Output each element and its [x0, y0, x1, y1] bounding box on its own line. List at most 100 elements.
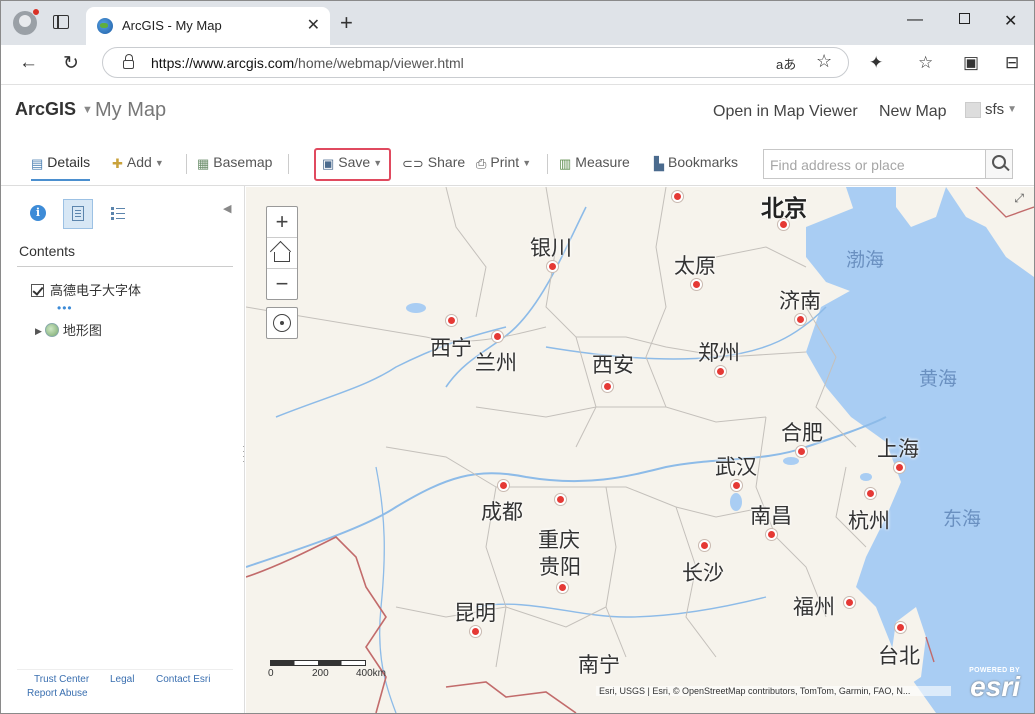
new-tab-button[interactable]: + [340, 10, 353, 36]
city-point[interactable] [671, 190, 684, 203]
city-point[interactable] [601, 380, 614, 393]
legal-link[interactable]: Legal [110, 674, 134, 685]
contact-esri-link[interactable]: Contact Esri [156, 674, 210, 685]
city-label: 重庆 [538, 528, 580, 552]
panel-title: Contents [19, 243, 76, 259]
city-label: 武汉 [715, 455, 757, 479]
city-point[interactable] [556, 581, 569, 594]
tab-arcgis[interactable]: ArcGIS - My Map ✕ [86, 7, 330, 45]
back-icon[interactable]: ← [19, 52, 38, 74]
sea-label: 渤海 [846, 249, 885, 271]
home-icon [274, 252, 290, 262]
terrain-layer-icon [44, 323, 59, 337]
city-label: 南宁 [578, 653, 620, 677]
about-info-icon[interactable]: i [26, 199, 56, 229]
share-button[interactable]: ⊂⊃ Share [402, 154, 465, 172]
map-attribution[interactable]: Esri, USGS | Esri, © OpenStreetMap contr… [596, 686, 951, 696]
chevron-down-icon: ▼ [1007, 104, 1018, 116]
sidebar-icon[interactable]: ⊟ [1005, 53, 1019, 73]
search-placeholder: Find address or place [770, 157, 905, 173]
locate-button[interactable] [266, 307, 298, 339]
search-input[interactable]: Find address or place [763, 149, 1013, 179]
expand-triangle-icon[interactable]: ▶ [35, 326, 42, 337]
city-point[interactable] [843, 596, 856, 609]
basemap-button[interactable]: ▦ Basemap [197, 154, 272, 172]
city-point[interactable] [491, 330, 504, 343]
close-window-button[interactable]: ✕ [1004, 11, 1017, 31]
city-label: 兰州 [475, 351, 517, 375]
link-icon: ⊂⊃ [402, 156, 424, 171]
print-button[interactable]: ⎙ Print ▼ [476, 154, 531, 172]
contents-icon[interactable] [63, 199, 93, 229]
trust-center-link[interactable]: Trust Center [34, 674, 89, 685]
city-label: 南昌 [750, 504, 792, 528]
city-label: 杭州 [848, 509, 890, 533]
layer-item[interactable]: ▶ 地形图 [35, 320, 102, 339]
locate-crosshair-icon [273, 314, 291, 332]
sea-label: 黄海 [919, 368, 958, 390]
basemap-icon: ▦ [197, 156, 210, 171]
user-menu[interactable]: sfs ▼ [965, 101, 1017, 119]
zoom-in-button[interactable]: + [267, 207, 297, 238]
city-point[interactable] [864, 487, 877, 500]
new-map-link[interactable]: New Map [879, 103, 947, 121]
esri-logo: POWERED BY esri [969, 667, 1020, 702]
map-view[interactable]: + − ⤢ 渤海 黄海 东海 北京 银川 太原 济南 西宁 兰州 西安 郑州 合… [246, 187, 1034, 713]
home-button[interactable] [267, 238, 297, 269]
city-point[interactable] [445, 314, 458, 327]
map-toolbar: ▤ Details ✚ Add ▼ ▦ Basemap ▣ Save ▼ ⊂⊃ Share ⎙… [1, 140, 1034, 186]
scale-bar [270, 660, 366, 666]
read-aloud-icon[interactable]: aあ [776, 54, 796, 73]
bookmarks-icon: ▙ [654, 156, 664, 171]
city-point[interactable] [554, 493, 567, 506]
city-label: 北京 [761, 196, 807, 222]
collections-icon[interactable]: ▣ [963, 53, 979, 73]
city-point[interactable] [698, 539, 711, 552]
refresh-icon[interactable]: ↻ [63, 52, 79, 75]
favorites-icon[interactable]: ☆ [918, 53, 933, 73]
expand-map-icon[interactable]: ⤢ [1014, 191, 1024, 206]
details-button[interactable]: ▤ Details [31, 154, 91, 181]
open-in-map-viewer-link[interactable]: Open in Map Viewer [713, 103, 858, 121]
avatar [965, 101, 981, 118]
minimize-button[interactable]: — [907, 11, 923, 29]
report-abuse-link[interactable]: Report Abuse [27, 688, 88, 699]
add-button[interactable]: ✚ Add ▼ [112, 154, 164, 172]
collapse-panel-icon[interactable]: ◀ [223, 202, 231, 215]
chevron-down-icon: ▼ [82, 104, 93, 117]
arcgis-header: ArcGIS ▼ My Map Open in Map Viewer New Ma… [1, 86, 1034, 140]
address-bar[interactable]: https://www.arcgis.com/home/webmap/viewe… [102, 47, 849, 78]
save-button[interactable]: ▣ Save ▼ [322, 154, 382, 172]
layer-visibility-checkbox[interactable] [31, 284, 44, 297]
maximize-button[interactable] [959, 13, 970, 24]
city-point[interactable] [894, 621, 907, 634]
measure-button[interactable]: ▥ Measure [559, 154, 630, 172]
url-text[interactable]: https://www.arcgis.com/home/webmap/viewe… [151, 55, 464, 71]
notification-dot [32, 8, 40, 16]
layer-item[interactable]: 高德电子大字体 [31, 280, 141, 299]
legend-icon[interactable] [105, 199, 135, 229]
search-icon[interactable] [985, 150, 1012, 178]
extensions-icon[interactable]: ✦ [869, 53, 883, 73]
close-tab-icon[interactable]: ✕ [307, 15, 320, 35]
city-label: 上海 [877, 437, 919, 461]
city-label: 西宁 [430, 336, 472, 360]
sea-label: 东海 [943, 508, 982, 530]
lock-icon[interactable] [123, 54, 134, 69]
panel-resize-handle[interactable]: · · · · [242, 442, 245, 466]
layer-options-icon[interactable]: ••• [57, 301, 73, 315]
city-point[interactable] [497, 479, 510, 492]
address-bar-row: ← ↻ https://www.arcgis.com/home/webmap/v… [1, 45, 1034, 85]
tab-actions-icon[interactable] [53, 15, 69, 29]
arcgis-brand-menu[interactable]: ArcGIS ▼ [15, 99, 93, 120]
profile-avatar-icon[interactable] [13, 8, 40, 35]
city-label: 长沙 [682, 561, 724, 585]
favorite-star-icon[interactable]: ☆ [816, 51, 832, 72]
floppy-disk-icon: ▣ [322, 156, 335, 171]
city-label: 西安 [592, 353, 634, 377]
details-icon: ▤ [31, 156, 44, 171]
city-label: 济南 [779, 289, 821, 313]
city-label: 贵阳 [539, 555, 581, 579]
zoom-out-button[interactable]: − [267, 269, 297, 300]
bookmarks-button[interactable]: ▙ Bookmarks [654, 154, 738, 172]
